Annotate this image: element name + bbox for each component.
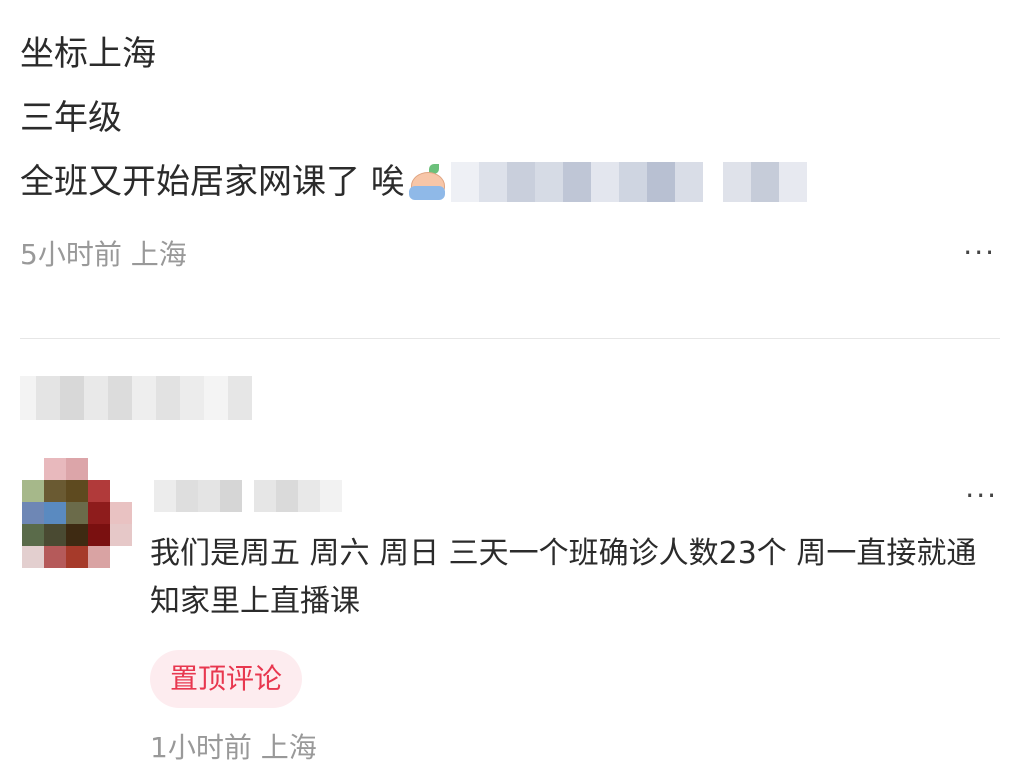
post-message-text: 全班又开始居家网课了 唉 <box>20 162 405 202</box>
post-line-grade: 三年级 <box>20 98 122 138</box>
pinned-comment-badge: 置顶评论 <box>150 650 303 708</box>
comment-item: ··· 我们是周五 周六 周日 三天一个班确诊人数23个 周一直接就通知家里上直… <box>22 458 1002 768</box>
comment-text: 我们是周五 周六 周日 三天一个班确诊人数23个 周一直接就通知家里上直播课 <box>150 536 977 619</box>
avatar[interactable] <box>22 458 134 570</box>
post-line-message: 全班又开始居家网课了 唉 <box>20 150 1000 214</box>
post-content: 坐标上海 三年级 全班又开始居家网课了 唉 <box>20 22 1000 214</box>
comment-more-icon[interactable]: ··· <box>961 482 1002 510</box>
username-blurred[interactable] <box>154 480 342 512</box>
post-meta-row: 5小时前 上海 ··· <box>20 232 1000 274</box>
post-meta: 5小时前 上海 <box>20 238 187 271</box>
divider <box>20 338 1000 339</box>
post-page: 坐标上海 三年级 全班又开始居家网课了 唉 5小时前 上海 ··· ··· 我们… <box>0 0 1036 771</box>
comment-meta: 1小时前 上海 <box>150 731 317 764</box>
blurred-text <box>450 162 807 202</box>
blurred-section-title <box>20 376 252 420</box>
crying-face-emoji-icon <box>407 162 447 202</box>
post-line-location: 坐标上海 <box>20 34 156 74</box>
post-more-icon[interactable]: ··· <box>959 239 1000 267</box>
